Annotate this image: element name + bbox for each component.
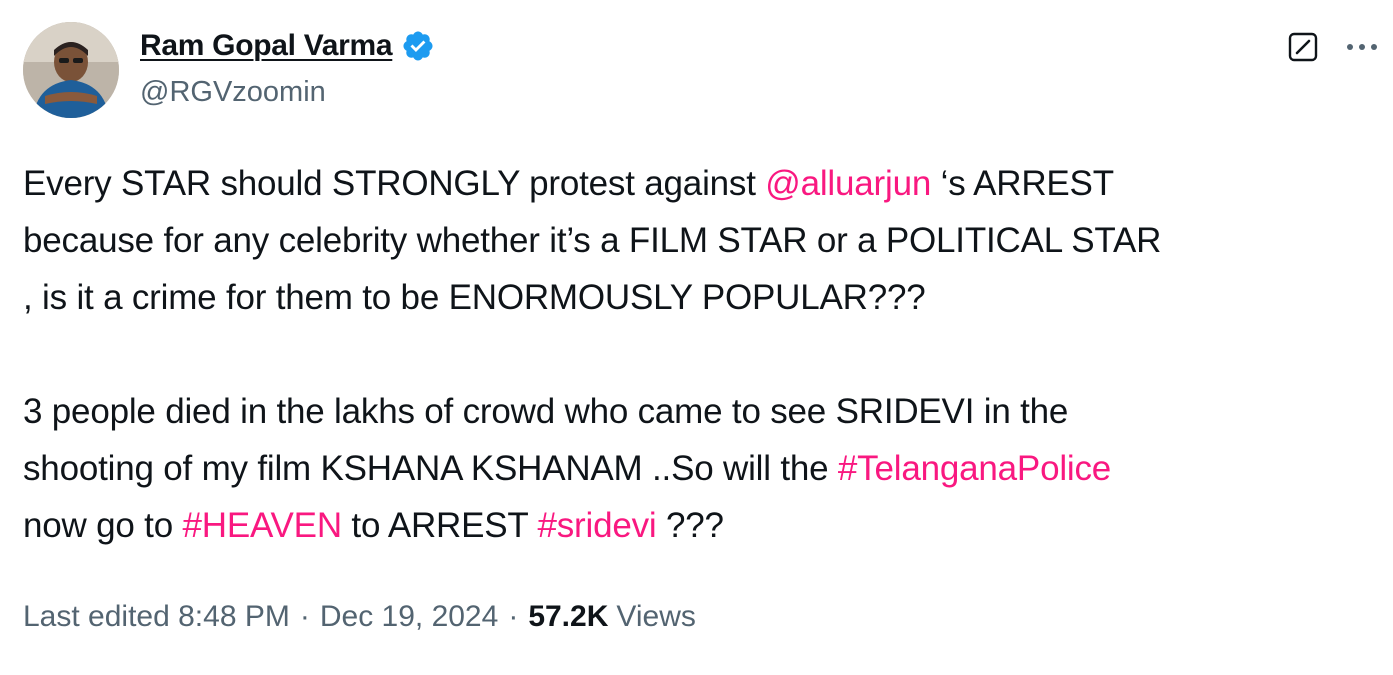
meta-separator: ·: [508, 600, 519, 633]
verified-badge-icon[interactable]: [401, 29, 435, 63]
avatar-image: [23, 22, 119, 118]
tweet-line: because for any celebrity whether it’s a…: [23, 221, 1162, 260]
more-icon[interactable]: [1345, 30, 1379, 64]
tweet-text-segment: ‘s ARREST: [931, 164, 1114, 203]
tweet-header-actions: [1287, 30, 1379, 64]
tweet-text-segment: Every STAR should STRONGLY protest again…: [23, 164, 766, 203]
avatar[interactable]: [23, 22, 119, 118]
tweet-line: 3 people died in the lakhs of crowd who …: [23, 392, 1069, 431]
tweet-card: Ram Gopal Varma @RGVzoomin Every STAR sh…: [0, 0, 1393, 675]
hashtag-link[interactable]: #sridevi: [537, 506, 656, 545]
views-count[interactable]: 57.2K: [528, 600, 608, 634]
mention-link[interactable]: @alluarjun: [765, 164, 931, 203]
tweet-line: now go to #HEAVEN to ARREST #sridevi ???: [23, 497, 1373, 554]
tweet-text-segment: shooting of my film KSHANA KSHANAM ..So …: [23, 449, 838, 488]
tweet-meta: Last edited 8:48 PM · Dec 19, 2024 · 57.…: [23, 600, 696, 634]
tweet-paragraph-2: 3 people died in the lakhs of crowd who …: [23, 383, 1373, 554]
tweet-text-segment: ???: [656, 506, 724, 545]
views-label: Views: [616, 600, 696, 633]
hashtag-link[interactable]: #TelanganaPolice: [838, 449, 1111, 488]
tweet-text-segment: now go to: [23, 506, 183, 545]
hashtag-link[interactable]: #HEAVEN: [183, 506, 343, 545]
tweet-line: Every STAR should STRONGLY protest again…: [23, 155, 1373, 212]
meta-separator: ·: [299, 600, 310, 633]
tweet-line: shooting of my film KSHANA KSHANAM ..So …: [23, 440, 1373, 497]
author-handle[interactable]: @RGVzoomin: [140, 76, 326, 109]
tweet-paragraph-1: Every STAR should STRONGLY protest again…: [23, 155, 1373, 326]
edited-timestamp[interactable]: Last edited 8:48 PM: [23, 600, 290, 634]
tweet-text: Every STAR should STRONGLY protest again…: [23, 155, 1373, 554]
tweet-line: , is it a crime for them to be ENORMOUSL…: [23, 278, 926, 317]
tweet-date[interactable]: Dec 19, 2024: [320, 600, 498, 634]
tweet-text-segment: to ARREST: [341, 506, 538, 545]
author-name-row: Ram Gopal Varma: [140, 26, 435, 66]
grok-icon[interactable]: [1287, 31, 1319, 63]
author-display-name[interactable]: Ram Gopal Varma: [140, 29, 393, 63]
